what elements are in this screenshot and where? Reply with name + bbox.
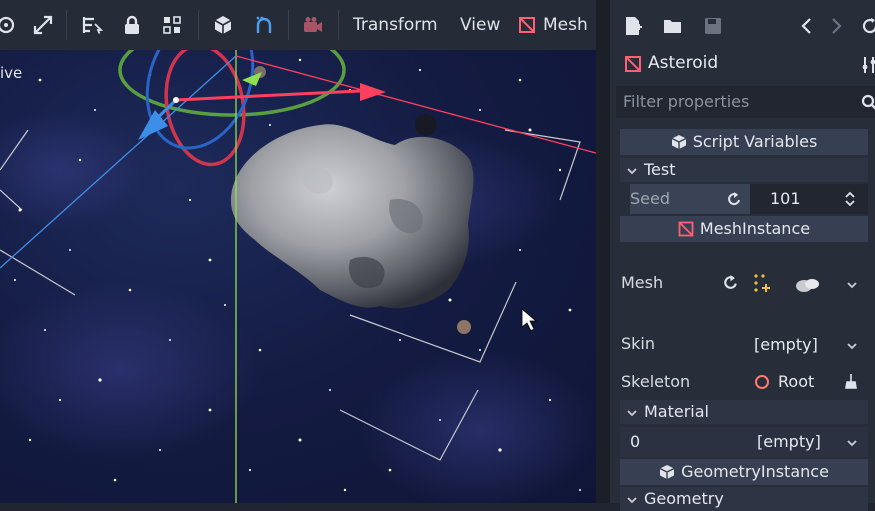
mesh-preview-icon[interactable] <box>794 276 822 294</box>
seed-label-box: Seed <box>630 184 750 214</box>
material-group-label: Material <box>644 402 709 421</box>
geometry-instance-title: GeometryInstance <box>681 462 829 481</box>
revert-icon[interactable] <box>722 274 740 292</box>
mesh-menu[interactable]: Mesh <box>543 13 588 37</box>
material-value[interactable]: [empty] <box>757 432 821 451</box>
group-icon[interactable] <box>160 13 184 37</box>
mouse-cursor-icon <box>521 308 538 332</box>
mesh-instance-section: MeshInstance <box>620 216 868 242</box>
geometry-instance-section: GeometryInstance <box>620 459 868 485</box>
search-icon <box>861 94 875 110</box>
script-variables-title: Script Variables <box>692 132 818 151</box>
save-icon[interactable] <box>702 15 724 37</box>
inspector-panel: Asteroid Filter properties Script Variab… <box>610 0 875 511</box>
filter-properties-field[interactable]: Filter properties <box>616 86 875 118</box>
chevron-down-icon <box>627 410 637 417</box>
rotate-gizmo-red[interactable] <box>157 50 253 171</box>
gizmo-center[interactable] <box>173 97 179 103</box>
skin-label: Skin <box>621 334 656 353</box>
node-name: Asteroid <box>648 53 719 73</box>
test-group[interactable]: Test <box>620 158 868 182</box>
seed-spinbox[interactable]: 101 <box>750 184 868 214</box>
seed-value: 101 <box>770 189 801 208</box>
mesh-label: Mesh <box>621 273 664 292</box>
toolbar-separator <box>288 10 289 40</box>
mesh-instance-icon <box>625 56 641 72</box>
geometry-group[interactable]: Geometry <box>620 487 868 511</box>
chevron-down-icon <box>627 168 637 175</box>
chevron-down-icon[interactable] <box>847 280 857 290</box>
clear-icon[interactable] <box>842 372 860 390</box>
history-forward-icon[interactable] <box>825 15 847 37</box>
skeleton-value[interactable]: Root <box>778 372 814 391</box>
x-arrow-icon[interactable] <box>360 83 386 101</box>
geometry-group-label: Geometry <box>644 489 724 508</box>
object-icon <box>659 465 675 479</box>
z-arrow-icon[interactable] <box>138 110 168 140</box>
rotate-gizmo-blue[interactable] <box>129 50 271 163</box>
new-resource-icon[interactable] <box>622 15 644 37</box>
toolbar-separator <box>338 10 339 40</box>
object-icon <box>671 135 687 149</box>
mesh-instance-icon <box>678 221 694 237</box>
view-menu[interactable]: View <box>460 13 500 37</box>
viewport-scene <box>0 50 596 503</box>
viewport-perspective-label[interactable]: ive <box>0 64 22 82</box>
asteroid-mesh[interactable] <box>230 124 474 309</box>
chevron-down-icon[interactable] <box>847 438 857 448</box>
mesh-instance-title: MeshInstance <box>699 219 811 238</box>
chevron-down-icon[interactable] <box>847 341 857 351</box>
skeleton-label: Skeleton <box>621 372 691 391</box>
chevron-down-icon <box>627 497 637 504</box>
open-folder-icon[interactable] <box>662 15 684 37</box>
small-moon <box>457 320 471 334</box>
mesh-edit-icon[interactable] <box>752 272 774 294</box>
toolbar-separator <box>66 10 67 40</box>
camera-icon[interactable] <box>301 13 325 37</box>
script-variables-section: Script Variables <box>620 129 868 155</box>
skin-value[interactable]: [empty] <box>754 335 818 354</box>
transform-menu[interactable]: Transform <box>353 13 438 37</box>
material-group[interactable]: Material <box>620 400 868 424</box>
seed-label: Seed <box>630 189 670 208</box>
panel-divider[interactable] <box>596 0 610 503</box>
filter-placeholder: Filter properties <box>623 92 750 111</box>
lock-icon[interactable] <box>120 13 144 37</box>
history-back-icon[interactable] <box>796 15 818 37</box>
object-properties-icon[interactable] <box>860 55 875 75</box>
scale-mode-icon[interactable] <box>31 13 55 37</box>
revert-icon[interactable] <box>726 191 743 208</box>
local-space-icon[interactable] <box>211 13 235 37</box>
dark-moon <box>415 114 437 136</box>
snap-icon[interactable] <box>252 13 276 37</box>
toolbar-separator <box>198 10 199 40</box>
list-select-icon[interactable] <box>80 13 104 37</box>
material-index: 0 <box>630 432 641 451</box>
history-icon[interactable] <box>859 15 875 37</box>
test-group-label: Test <box>644 160 676 179</box>
material-row: 0 [empty] <box>620 427 868 457</box>
spin-arrows-icon[interactable] <box>844 190 856 208</box>
viewport-toolbar: Transform View Mesh <box>0 0 598 50</box>
mesh-instance-icon <box>519 17 535 33</box>
3d-viewport[interactable]: ive <box>0 50 596 503</box>
rotate-mode-icon[interactable] <box>0 13 18 37</box>
x-move-handle[interactable] <box>175 89 361 102</box>
node-path-icon <box>755 375 769 389</box>
